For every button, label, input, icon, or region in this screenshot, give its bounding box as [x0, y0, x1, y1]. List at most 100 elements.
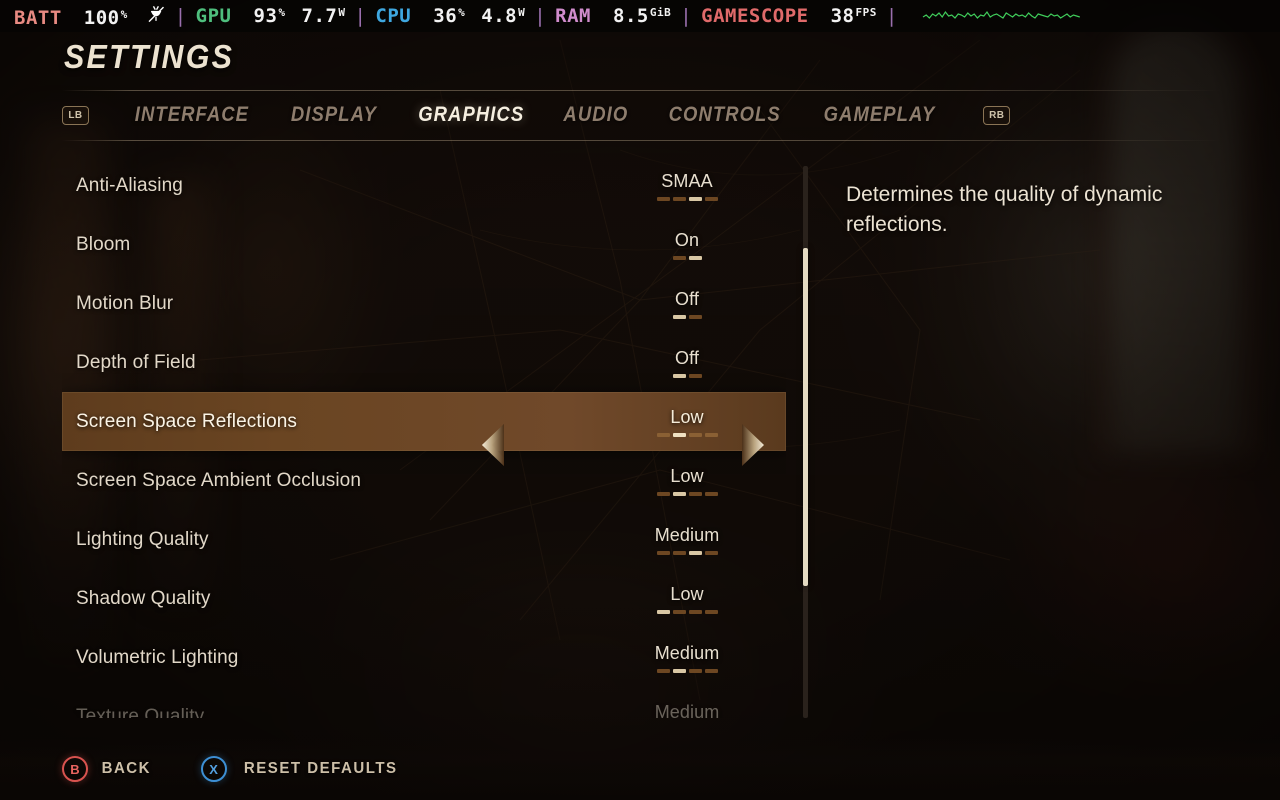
- setting-value-group[interactable]: Off: [557, 348, 786, 378]
- perf-metric-value: 100: [83, 6, 120, 29]
- setting-value-group[interactable]: Medium: [557, 702, 786, 719]
- setting-value: Medium: [654, 642, 720, 663]
- setting-row-anti-aliasing[interactable]: Anti-Aliasing SMAA: [62, 156, 786, 215]
- setting-level-segments: [672, 373, 702, 378]
- segment: [688, 432, 702, 437]
- perf-metric-ram: RAM 8.5 GiB: [555, 5, 671, 27]
- perf-metric-unit: FPS: [855, 6, 877, 19]
- perf-metric-value: 93: [253, 5, 278, 27]
- setting-label: Depth of Field: [76, 351, 196, 373]
- segment: [688, 491, 702, 496]
- segment: [656, 196, 670, 201]
- setting-row-screen-space-ambient-occlusion[interactable]: Screen Space Ambient Occlusion Low: [62, 451, 786, 510]
- segment: [656, 491, 670, 496]
- setting-label: Texture Quality: [76, 705, 205, 719]
- setting-value: Medium: [654, 701, 720, 719]
- setting-value-group[interactable]: SMAA: [557, 171, 786, 201]
- settings-scrollbar-thumb[interactable]: [803, 248, 808, 586]
- frametime-graph: [921, 5, 1085, 28]
- setting-value: Off: [675, 288, 699, 309]
- hint-back[interactable]: B BACK: [62, 756, 153, 782]
- perf-separator: |: [680, 5, 693, 27]
- tab-audio[interactable]: AUDIO: [551, 103, 640, 127]
- hint-reset-defaults[interactable]: X RESET DEFAULTS: [200, 756, 402, 782]
- segment: [704, 432, 718, 437]
- perf-separator: |: [885, 5, 898, 27]
- setting-value: On: [674, 229, 700, 250]
- setting-label: Motion Blur: [76, 292, 174, 314]
- tab-controls[interactable]: CONTROLS: [656, 103, 793, 127]
- segment: [656, 550, 670, 555]
- hint-label: BACK: [101, 760, 152, 777]
- tab-graphics[interactable]: GRAPHICS: [406, 103, 537, 127]
- setting-level-segments: [672, 314, 702, 319]
- gamepad-button-b-icon: B: [62, 756, 88, 782]
- perf-metric-value: 8.5: [613, 5, 649, 27]
- setting-level-segments: [656, 196, 718, 201]
- setting-value: Low: [670, 406, 704, 427]
- setting-value: Low: [670, 465, 704, 486]
- segment: [688, 196, 702, 201]
- setting-label: Shadow Quality: [76, 587, 211, 609]
- segment: [672, 491, 686, 496]
- segment: [656, 609, 670, 614]
- game-settings-screen: BATT 100% | GPU 93% 7.7 W | CPU 36% 4.8 W | RAM 8.5 GiB…: [0, 0, 1280, 800]
- segment: [672, 668, 686, 673]
- setting-value-group[interactable]: Low: [557, 584, 786, 614]
- setting-row-bloom[interactable]: Bloom On: [62, 215, 786, 274]
- segment: [688, 550, 702, 555]
- setting-row-shadow-quality[interactable]: Shadow Quality Low: [62, 569, 786, 628]
- perf-metric-label: BATT: [14, 6, 62, 29]
- setting-value-group[interactable]: On: [557, 230, 786, 260]
- perf-metric-value-secondary: 7.7: [301, 5, 338, 27]
- segment: [704, 196, 718, 201]
- setting-description-text: Determines the quality of dynamic reflec…: [846, 183, 1163, 236]
- settings-tabbar[interactable]: LB INTERFACE DISPLAY GRAPHICS AUDIO CONTROLS G…: [62, 98, 1011, 132]
- settings-scrollbar-track[interactable]: [803, 166, 808, 718]
- perf-metric-unit: %: [458, 6, 466, 19]
- hint-label: RESET DEFAULTS: [243, 760, 398, 777]
- setting-row-volumetric-lighting[interactable]: Volumetric Lighting Medium: [62, 628, 786, 687]
- tab-interface[interactable]: INTERFACE: [122, 103, 261, 127]
- setting-value: Off: [675, 347, 699, 368]
- perf-metric-value: 38: [830, 5, 855, 27]
- segment: [704, 491, 718, 496]
- setting-row-depth-of-field[interactable]: Depth of Field Off: [62, 333, 786, 392]
- setting-row-motion-blur[interactable]: Motion Blur Off: [62, 274, 786, 333]
- setting-value-group[interactable]: Medium: [557, 643, 786, 673]
- segment: [688, 668, 702, 673]
- perf-metric-value: 36: [433, 5, 458, 27]
- perf-metric-batt: BATT 100%: [14, 4, 166, 29]
- left-bumper-icon[interactable]: LB: [62, 105, 89, 125]
- header-divider-top: [62, 90, 1222, 91]
- perf-metric-unit: %: [278, 6, 286, 19]
- setting-value-group[interactable]: Medium: [557, 525, 786, 555]
- perf-metric-value-secondary: 4.8: [481, 5, 518, 27]
- setting-value-group[interactable]: Low: [557, 466, 786, 496]
- segment: [672, 314, 686, 319]
- perf-metric-gamescope: GAMESCOPE 38 FPS: [701, 5, 877, 27]
- perf-metric-unit: GiB: [649, 6, 672, 19]
- tab-gameplay[interactable]: GAMEPLAY: [812, 103, 948, 127]
- perf-metric-unit-secondary: W: [338, 6, 346, 19]
- perf-metric-label: RAM: [555, 5, 591, 27]
- segment: [704, 609, 718, 614]
- setting-label: Screen Space Ambient Occlusion: [76, 469, 361, 491]
- setting-row-texture-quality[interactable]: Texture Quality Medium: [62, 687, 786, 719]
- perf-metric-label: CPU: [375, 5, 412, 27]
- setting-label: Volumetric Lighting: [76, 646, 239, 668]
- right-bumper-icon[interactable]: RB: [983, 105, 1011, 125]
- setting-row-lighting-quality[interactable]: Lighting Quality Medium: [62, 510, 786, 569]
- setting-row-screen-space-reflections[interactable]: Screen Space Reflections Low: [62, 392, 786, 466]
- setting-value-group[interactable]: Off: [557, 289, 786, 319]
- setting-level-segments: [656, 491, 718, 496]
- settings-list[interactable]: Anti-Aliasing SMAA Bloom On Motion Blur Off De…: [62, 156, 786, 718]
- setting-description-panel: Determines the quality of dynamic reflec…: [846, 180, 1186, 240]
- segment: [672, 609, 686, 614]
- tab-display[interactable]: DISPLAY: [278, 103, 389, 127]
- perf-metric-label: GAMESCOPE: [701, 5, 809, 27]
- setting-level-segments: [656, 609, 718, 614]
- button-hint-bar: B BACK X RESET DEFAULTS: [0, 738, 1280, 800]
- segment: [672, 255, 686, 260]
- setting-label: Anti-Aliasing: [76, 174, 183, 196]
